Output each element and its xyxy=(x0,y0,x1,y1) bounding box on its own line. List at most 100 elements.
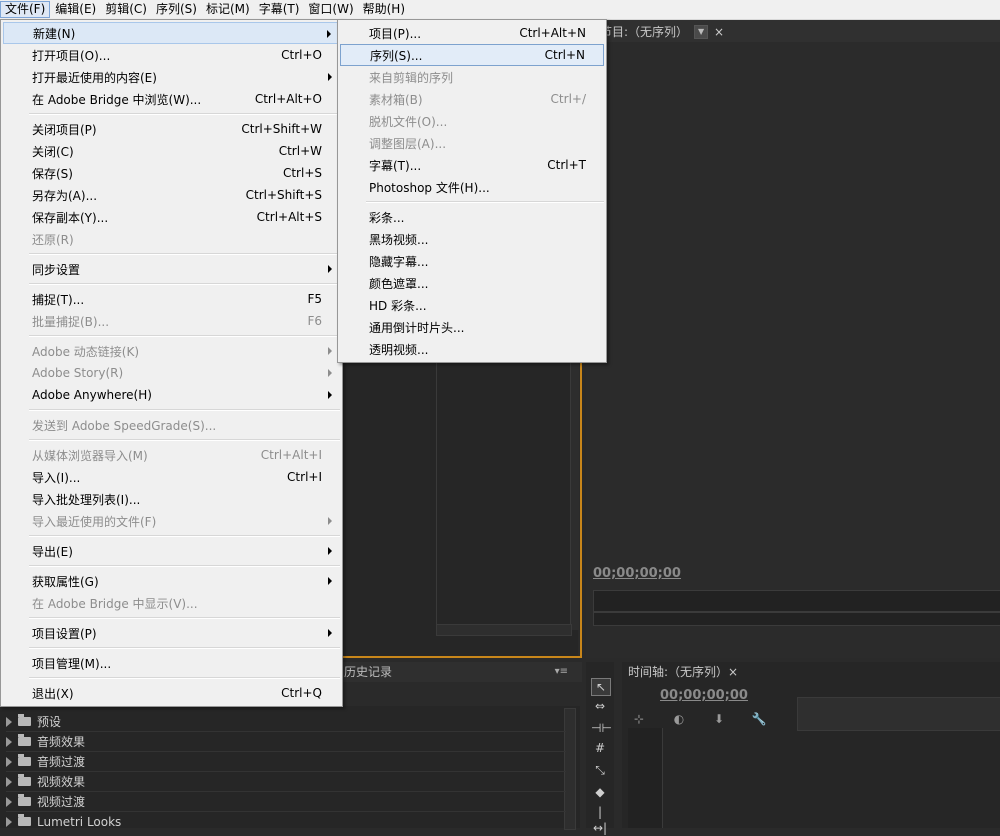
menubar-item[interactable]: 帮助(H) xyxy=(359,1,409,18)
menu-item-label: 另存为(A)... xyxy=(32,188,98,203)
menu-item[interactable]: Photoshop 文件(H)... xyxy=(340,176,604,198)
active-panel-border xyxy=(342,656,582,658)
chevron-down-icon[interactable]: ▼ xyxy=(694,24,709,39)
menu-item[interactable]: HD 彩条... xyxy=(340,294,604,316)
menu-item[interactable]: 导入批处理列表(I)... xyxy=(3,488,340,510)
effects-item-label: 预设 xyxy=(37,715,62,729)
effects-list-item[interactable]: 视频效果 xyxy=(6,772,85,791)
menu-item[interactable]: 颜色遮罩... xyxy=(340,272,604,294)
close-icon[interactable]: × xyxy=(714,25,724,39)
linked-selection-icon[interactable]: ◐ xyxy=(670,711,688,727)
menu-item[interactable]: 隐藏字幕... xyxy=(340,250,604,272)
timeline-timecode[interactable]: 00;00;00;00 xyxy=(660,688,748,703)
program-zoom-bar[interactable] xyxy=(593,612,1000,626)
menu-item[interactable]: 导入(I)... Ctrl+I xyxy=(3,466,340,488)
menu-item[interactable]: 获取属性(G) xyxy=(3,570,340,592)
expand-triangle-icon[interactable] xyxy=(6,756,12,767)
menu-item: 脱机文件(O)... xyxy=(340,110,604,132)
menu-separator xyxy=(29,409,340,411)
menu-item-label: 黑场视频... xyxy=(369,232,429,247)
menu-item[interactable]: 序列(S)... Ctrl+N xyxy=(340,44,604,66)
menu-item[interactable]: 保存副本(Y)... Ctrl+Alt+S xyxy=(3,206,340,228)
add-marker-icon[interactable]: ⬇ xyxy=(710,711,728,727)
menu-item[interactable]: 关闭项目(P) Ctrl+Shift+W xyxy=(3,118,340,140)
menu-item[interactable]: 捕捉(T)... F5 xyxy=(3,288,340,310)
effects-list-item[interactable]: 音频过渡 xyxy=(6,752,85,771)
slip-tool-icon[interactable]: |↔| xyxy=(591,804,609,835)
menu-item[interactable]: 退出(X) Ctrl+Q xyxy=(3,682,340,704)
menu-item-label: 项目设置(P) xyxy=(32,626,97,641)
menu-item[interactable]: 通用倒计时片头... xyxy=(340,316,604,338)
folder-icon xyxy=(18,814,31,826)
menu-item-shortcut: F5 xyxy=(307,292,322,306)
menu-item: 导入最近使用的文件(F) xyxy=(3,510,340,532)
expand-triangle-icon[interactable] xyxy=(6,796,12,807)
menu-item: 批量捕捉(B)... F6 xyxy=(3,310,340,332)
effects-list-item[interactable]: 预设 xyxy=(6,712,61,731)
menubar-item[interactable]: 标记(M) xyxy=(202,1,254,18)
menu-separator xyxy=(29,253,340,255)
menubar-item[interactable]: 序列(S) xyxy=(152,1,201,18)
menu-item-label: Adobe Story(R) xyxy=(32,366,124,380)
menu-item-label: 还原(R) xyxy=(32,232,74,247)
horizontal-scrollbar[interactable] xyxy=(436,624,572,636)
vertical-scrollbar[interactable] xyxy=(570,360,579,630)
effects-list-item[interactable]: Lumetri Looks xyxy=(6,812,121,831)
menu-item[interactable]: 保存(S) Ctrl+S xyxy=(3,162,340,184)
timeline-tab[interactable]: 时间轴:（无序列）× xyxy=(628,662,738,682)
expand-triangle-icon[interactable] xyxy=(6,716,12,727)
menubar-item[interactable]: 剪辑(C) xyxy=(101,1,151,18)
menu-item-label: 打开项目(O)... xyxy=(32,48,111,63)
timeline-panel xyxy=(622,662,1000,828)
menu-item[interactable]: 新建(N) xyxy=(3,22,340,44)
expand-triangle-icon[interactable] xyxy=(6,776,12,787)
menu-item[interactable]: 同步设置 xyxy=(3,258,340,280)
menu-item[interactable]: 项目设置(P) xyxy=(3,622,340,644)
panel-menu-icon[interactable]: ▾≡ xyxy=(555,662,568,682)
menu-item[interactable]: 透明视频... xyxy=(340,338,604,360)
menu-bar: 文件(F) 编辑(E) 剪辑(C) 序列(S) 标记(M) 字幕(T) 窗口(W) 帮助(H) xyxy=(0,0,1000,20)
menu-item[interactable]: 在 Adobe Bridge 中浏览(W)... Ctrl+Alt+O xyxy=(3,88,340,110)
menu-item-label: 素材箱(B) xyxy=(369,92,423,107)
rolling-edit-tool-icon[interactable]: # xyxy=(591,740,609,756)
menu-item[interactable]: 导出(E) xyxy=(3,540,340,562)
menu-item[interactable]: 关闭(C) Ctrl+W xyxy=(3,140,340,162)
ripple-edit-tool-icon[interactable]: ⊣⊢ xyxy=(591,720,612,736)
history-panel-tab[interactable]: 历史记录 ▾≡ xyxy=(342,662,582,682)
menu-item[interactable]: 项目(P)... Ctrl+Alt+N xyxy=(340,22,604,44)
selection-tool-icon[interactable]: ↖ xyxy=(591,678,611,696)
row-divider xyxy=(6,751,566,752)
row-divider xyxy=(6,771,566,772)
menu-item[interactable]: 项目管理(M)... xyxy=(3,652,340,674)
rate-stretch-tool-icon[interactable]: ⤡ xyxy=(591,762,609,778)
program-scrubber-bar[interactable] xyxy=(593,590,1000,612)
track-select-tool-icon[interactable]: ⇔ xyxy=(591,698,609,714)
menu-item[interactable]: 彩条... xyxy=(340,206,604,228)
effects-list-item[interactable]: 视频过渡 xyxy=(6,792,85,811)
menu-item-label: 导出(E) xyxy=(32,544,73,559)
timeline-ruler[interactable] xyxy=(797,697,1000,731)
program-timecode[interactable]: 00;00;00;00 xyxy=(593,566,681,581)
menu-item[interactable]: Adobe Anywhere(H) xyxy=(3,384,340,406)
active-panel-border xyxy=(580,362,582,658)
snap-icon[interactable]: ⊹ xyxy=(630,711,648,727)
menu-item[interactable]: 字幕(T)... Ctrl+T xyxy=(340,154,604,176)
track-header xyxy=(628,728,663,828)
menubar-item[interactable]: 文件(F) xyxy=(0,1,51,18)
tools-panel: ↖ ⇔ ⊣⊢ # ⤡ ◆ |↔| xyxy=(586,662,614,835)
program-monitor-tab[interactable]: 节目:（无序列） ▼ × xyxy=(600,23,724,40)
menu-item-label: 调整图层(A)... xyxy=(369,136,447,151)
menu-item-label: 隐藏字幕... xyxy=(369,254,429,269)
expand-triangle-icon[interactable] xyxy=(6,736,12,747)
expand-triangle-icon[interactable] xyxy=(6,816,12,827)
menu-item[interactable]: 另存为(A)... Ctrl+Shift+S xyxy=(3,184,340,206)
menubar-item[interactable]: 窗口(W) xyxy=(304,1,357,18)
razor-tool-icon[interactable]: ◆ xyxy=(591,784,609,800)
menu-item[interactable]: 黑场视频... xyxy=(340,228,604,250)
menubar-item[interactable]: 编辑(E) xyxy=(51,1,100,18)
menu-item[interactable]: 打开项目(O)... Ctrl+O xyxy=(3,44,340,66)
menu-item[interactable]: 打开最近使用的内容(E) xyxy=(3,66,340,88)
menubar-item[interactable]: 字幕(T) xyxy=(255,1,304,18)
wrench-icon[interactable]: 🔧 xyxy=(750,711,768,727)
effects-list-item[interactable]: 音频效果 xyxy=(6,732,85,751)
